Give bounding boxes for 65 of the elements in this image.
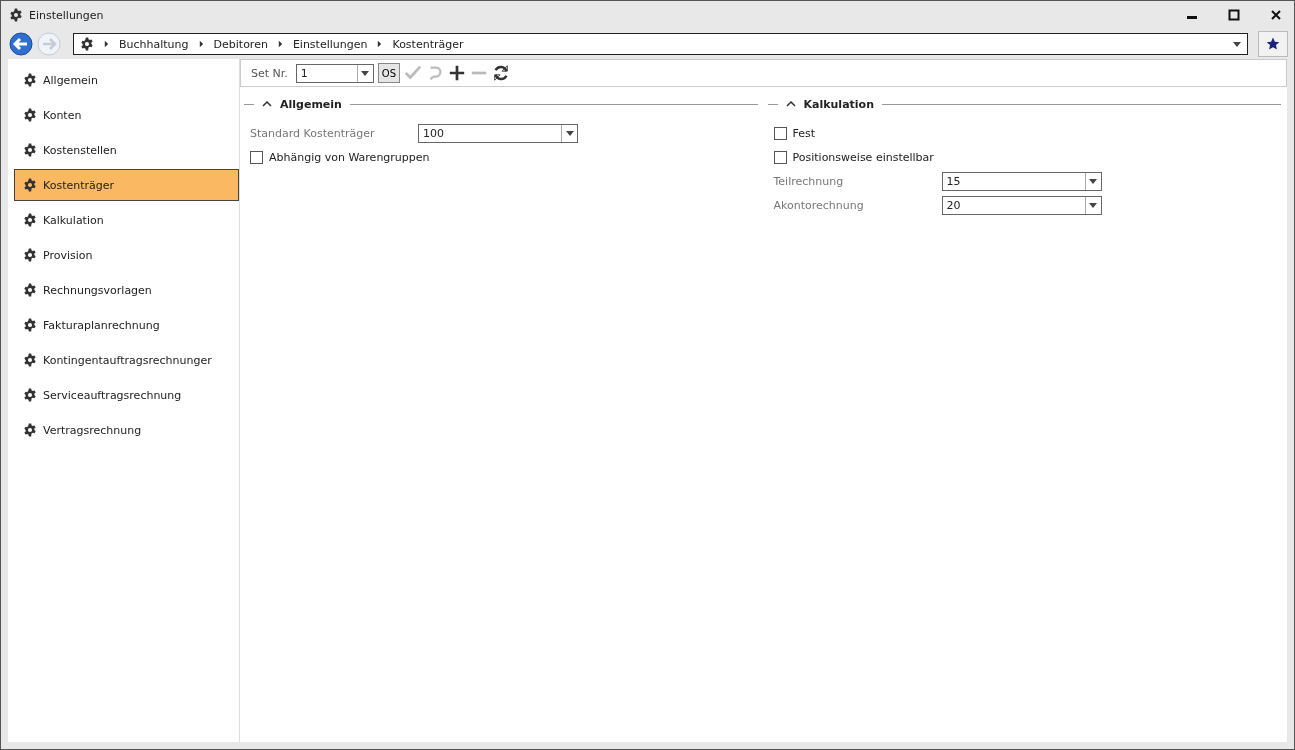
collapse-caret-icon[interactable] — [785, 101, 796, 107]
sidebar-item[interactable]: Rechnungsvorlagen — [14, 274, 239, 306]
close-icon[interactable] — [1270, 9, 1282, 21]
section-title: Kalkulation — [803, 97, 874, 111]
breadcrumb-item[interactable]: Kostenträger — [392, 37, 464, 51]
field-label: Teilrechnung — [773, 174, 845, 188]
gear-icon — [23, 283, 37, 297]
sidebar-item[interactable]: Provision — [14, 239, 239, 271]
set-dropdown[interactable]: 1 — [295, 63, 374, 83]
checkbox-label: Fest — [792, 126, 816, 140]
breadcrumb-bar[interactable]: Buchhaltung Debitoren Einstellungen Kostenträger — [73, 33, 1248, 55]
favorite-button[interactable] — [1258, 31, 1288, 57]
gear-icon — [23, 353, 37, 367]
chevron-icon — [377, 40, 383, 48]
set-label: Set Nr. — [251, 66, 288, 80]
gear-icon — [23, 178, 37, 192]
gear-icon — [23, 73, 37, 87]
chevron-icon — [198, 40, 204, 48]
gear-icon — [23, 423, 37, 437]
gear-icon — [80, 37, 94, 51]
window-title: Einstellungen — [29, 8, 104, 22]
value-dropdown[interactable]: 100 — [418, 123, 578, 143]
breadcrumb-item[interactable]: Einstellungen — [292, 37, 368, 51]
dropdown-arrow-icon — [361, 70, 370, 76]
value-dropdown[interactable]: 20 — [941, 195, 1102, 215]
gear-icon — [23, 143, 37, 157]
add-icon[interactable] — [448, 64, 467, 82]
breadcrumb-item[interactable]: Debitoren — [213, 37, 268, 51]
checkbox-label: Positionsweise einstellbar — [792, 150, 934, 164]
sidebar-item[interactable]: Fakturaplanrechnung — [14, 309, 239, 341]
value-dropdown[interactable]: 15 — [941, 171, 1102, 191]
sidebar-item[interactable]: Kalkulation — [14, 204, 239, 236]
refresh-icon[interactable] — [492, 64, 511, 82]
star-icon — [1266, 37, 1280, 51]
gear-icon — [23, 318, 37, 332]
breadcrumb-item[interactable]: Buchhaltung — [119, 37, 189, 51]
sidebar-item[interactable]: Vertragsrechnung — [14, 414, 239, 446]
gear-icon — [9, 8, 23, 22]
maximize-icon[interactable] — [1228, 9, 1240, 21]
chevron-icon — [104, 40, 109, 48]
dropdown-arrow-icon[interactable] — [1233, 41, 1241, 47]
checkbox[interactable] — [773, 150, 787, 164]
sidebar-item[interactable]: Kostenträger — [14, 169, 239, 201]
sidebar-item[interactable]: Kostenstellen — [14, 134, 239, 166]
gear-icon — [23, 108, 37, 122]
sidebar-item[interactable]: Konten — [14, 99, 239, 131]
checkbox-label: Abhängig von Warengruppen — [269, 150, 430, 164]
sidebar-item[interactable]: Kontingentauftragsrechnunger — [14, 344, 239, 376]
field-label: Akontorechnung — [773, 198, 865, 212]
back-icon[interactable] — [9, 32, 33, 56]
chevron-icon — [277, 40, 283, 48]
field-label: Standard Kostenträger — [250, 126, 376, 140]
sidebar-item[interactable]: Serviceauftragsrechnung — [14, 379, 239, 411]
gear-icon — [23, 388, 37, 402]
gear-icon — [23, 248, 37, 262]
section-title: Allgemein — [280, 97, 342, 111]
gear-icon — [23, 213, 37, 227]
os-button[interactable]: OS — [377, 63, 401, 83]
dropdown-arrow-icon — [1089, 178, 1097, 184]
checkbox[interactable] — [250, 150, 263, 164]
dropdown-arrow-icon — [1089, 202, 1097, 208]
collapse-caret-icon[interactable] — [262, 101, 272, 107]
sidebar-item[interactable]: Allgemein — [14, 64, 239, 96]
dropdown-arrow-icon — [565, 130, 574, 136]
checkbox[interactable] — [773, 126, 787, 140]
